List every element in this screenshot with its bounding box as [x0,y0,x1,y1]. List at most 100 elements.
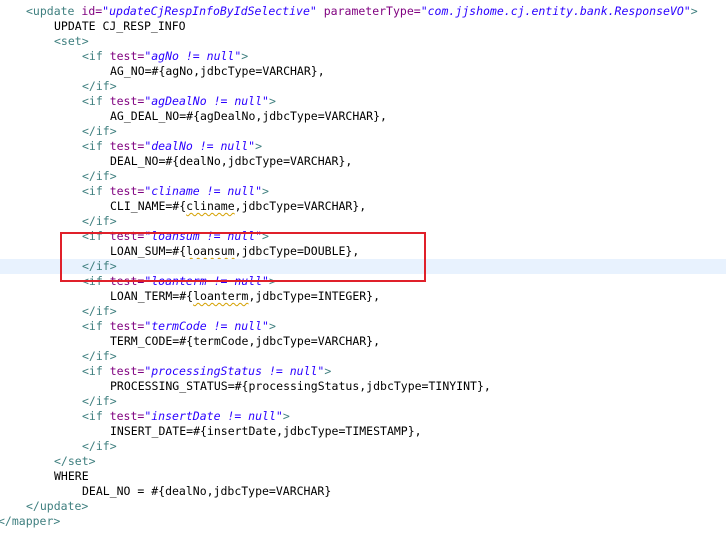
code-line-content: <if test="loanterm != null"> [82,274,276,289]
code-line[interactable]: </if> [0,259,726,274]
code-line[interactable]: INSERT_DATE=#{insertDate,jdbcType=TIMEST… [0,424,726,439]
code-line-content: </if> [82,169,117,184]
code-text-token: AG_NO=#{agNo,jdbcType=VARCHAR}, [110,64,325,78]
xml-string-token: "agDealNo != null" [144,94,269,108]
xml-tag-token: > [268,94,276,108]
xml-string-token: "cliname != null" [144,184,263,198]
code-line-content: <if test="insertDate != null"> [82,409,290,424]
xml-string-token: "dealNo != null" [144,139,256,153]
xml-string-token: "updateCjRespInfoByIdSelective" [102,4,317,18]
code-line[interactable]: </if> [0,124,726,139]
code-line-content: <if test="loansum != null"> [82,229,269,244]
xml-tag-token: </if> [82,169,117,183]
code-text-token: LOAN_SUM=#{ [110,244,187,258]
code-line-content: </mapper> [0,514,60,529]
code-line-content: </if> [82,214,117,229]
spellcheck-warning-token: cliname [186,199,235,213]
code-line-content: WHERE [54,469,89,484]
code-line[interactable]: AG_NO=#{agNo,jdbcType=VARCHAR}, [0,64,726,79]
xml-tag-token: </if> [82,259,117,273]
code-line-content: PROCESSING_STATUS=#{processingStatus,jdb… [110,379,491,394]
code-line-content: <if test="agNo != null"> [82,49,248,64]
code-line-content: </if> [82,259,117,274]
code-line[interactable]: <set> [0,34,726,49]
code-line[interactable]: TERM_CODE=#{termCode,jdbcType=VARCHAR}, [0,334,726,349]
xml-tag-token: <set> [54,34,89,48]
code-line[interactable]: WHERE [0,469,726,484]
code-line[interactable]: <if test="insertDate != null"> [0,409,726,424]
code-text-token: LOAN_TERM=#{ [110,289,194,303]
code-line[interactable]: LOAN_SUM=#{loansum,jdbcType=DOUBLE}, [0,244,726,259]
code-line[interactable]: </mapper> [0,514,726,529]
code-line[interactable]: <if test="agNo != null"> [0,49,726,64]
code-line[interactable]: </if> [0,304,726,319]
xml-attribute-token: test= [109,229,145,243]
code-text-token: TERM_CODE=#{termCode,jdbcType=VARCHAR}, [110,334,381,348]
code-line-content: </if> [82,439,117,454]
xml-attribute-token: test= [109,94,145,108]
xml-attribute-token: test= [109,49,145,63]
code-line-content: AG_NO=#{agNo,jdbcType=VARCHAR}, [110,64,325,79]
code-line-content: </set> [54,454,96,469]
code-line[interactable]: </if> [0,349,726,364]
code-line-content: AG_DEAL_NO=#{agDealNo,jdbcType=VARCHAR}, [110,109,387,124]
code-line[interactable]: PROCESSING_STATUS=#{processingStatus,jdb… [0,379,726,394]
spellcheck-warning-token: loansum [186,244,235,258]
code-line[interactable]: <if test="dealNo != null"> [0,139,726,154]
code-line[interactable]: <if test="termCode != null"> [0,319,726,334]
code-line[interactable]: </if> [0,169,726,184]
code-line-content: <update id="updateCjRespInfoByIdSelectiv… [26,4,698,19]
code-line[interactable]: </if> [0,439,726,454]
code-line[interactable]: <if test="loansum != null"> [0,229,726,244]
code-text-token: ,jdbcType=INTEGER}, [248,289,381,303]
xml-tag-token: > [262,184,269,198]
xml-tag-token: <if [82,139,110,153]
code-line[interactable]: <if test="loanterm != null"> [0,274,726,289]
code-text-token: INSERT_DATE=#{insertDate,jdbcType=TIMEST… [110,424,422,438]
xml-attribute-token: id= [81,4,103,18]
code-line-content: <if test="dealNo != null"> [82,139,262,154]
code-line-content: DEAL_NO = #{dealNo,jdbcType=VARCHAR} [82,484,331,499]
code-text-token: UPDATE CJ_RESP_INFO [54,19,186,33]
xml-attribute-token: test= [109,409,145,423]
xml-attribute-token: test= [109,139,145,153]
xml-tag-token: > [690,4,698,18]
code-line[interactable]: <update id="updateCjRespInfoByIdSelectiv… [0,4,726,19]
code-line[interactable]: LOAN_TERM=#{loanterm,jdbcType=INTEGER}, [0,289,726,304]
code-line[interactable]: </if> [0,79,726,94]
code-line[interactable]: <if test="agDealNo != null"> [0,94,726,109]
code-line[interactable]: UPDATE CJ_RESP_INFO [0,19,726,34]
xml-string-token: "processingStatus != null" [144,364,325,378]
code-line-content: <if test="termCode != null"> [82,319,276,334]
code-line[interactable]: DEAL_NO = #{dealNo,jdbcType=VARCHAR} [0,484,726,499]
xml-tag-token: <if [82,409,110,423]
code-line-content: </if> [82,124,117,139]
code-editor[interactable]: <update id="updateCjRespInfoByIdSelectiv… [0,0,726,543]
code-line-content: LOAN_SUM=#{loansum,jdbcType=DOUBLE}, [110,244,359,259]
code-line-content: UPDATE CJ_RESP_INFO [54,19,186,34]
code-line[interactable]: <if test="cliname != null"> [0,184,726,199]
xml-string-token: "loansum != null" [144,229,263,243]
xml-tag-token: <if [82,49,110,63]
code-line[interactable]: </if> [0,214,726,229]
xml-attribute-token: test= [109,184,145,198]
code-line-content: </if> [82,349,117,364]
code-line[interactable]: DEAL_NO=#{dealNo,jdbcType=VARCHAR}, [0,154,726,169]
xml-string-token: "insertDate != null" [144,409,283,423]
code-line[interactable]: </if> [0,394,726,409]
code-line[interactable]: CLI_NAME=#{cliname,jdbcType=VARCHAR}, [0,199,726,214]
xml-tag-token: > [282,409,290,423]
xml-tag-token: </set> [54,454,96,468]
code-text-token: DEAL_NO = #{dealNo,jdbcType=VARCHAR} [82,484,332,498]
code-line[interactable]: </update> [0,499,726,514]
code-line-content: <set> [54,34,89,49]
xml-tag-token: </if> [82,439,117,453]
spellcheck-warning-token: loanterm [193,289,249,303]
code-line[interactable]: AG_DEAL_NO=#{agDealNo,jdbcType=VARCHAR}, [0,109,726,124]
code-line[interactable]: </set> [0,454,726,469]
code-line[interactable]: <if test="processingStatus != null"> [0,364,726,379]
code-line-content: <if test="agDealNo != null"> [82,94,276,109]
xml-tag-token: </if> [82,124,117,138]
xml-tag-token: > [268,274,276,288]
